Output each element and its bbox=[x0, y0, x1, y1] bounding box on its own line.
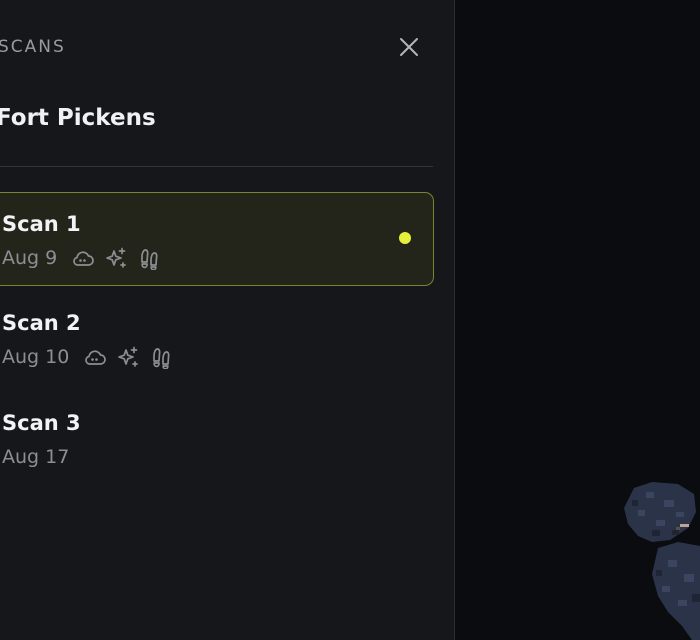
active-status-dot bbox=[399, 232, 411, 244]
3d-viewport[interactable] bbox=[456, 0, 700, 640]
scan-meta: Aug 10 bbox=[2, 344, 182, 370]
divider bbox=[0, 166, 433, 167]
scan-item-3[interactable]: Scan 3 Aug 17 bbox=[0, 392, 434, 486]
close-button[interactable] bbox=[396, 34, 422, 60]
scan-name: Scan 2 bbox=[2, 311, 81, 335]
scan-name: Scan 1 bbox=[2, 212, 81, 236]
scan-meta: Aug 9 bbox=[2, 245, 170, 271]
footprints-icon bbox=[149, 345, 173, 369]
sparkles-icon bbox=[104, 246, 128, 270]
cloud-icon bbox=[71, 246, 95, 270]
scan-list: Scan 1 Aug 9 Scan 2 Aug 10 Scan 3 Aug 17 bbox=[0, 192, 434, 492]
scans-panel: SCANS Fort Pickens Scan 1 Aug 9 Scan 2 A… bbox=[0, 0, 455, 640]
point-cloud-render bbox=[624, 482, 700, 640]
scan-date: Aug 9 bbox=[2, 247, 58, 269]
panel-label: SCANS bbox=[0, 37, 66, 57]
scan-date: Aug 17 bbox=[2, 446, 70, 468]
cloud-icon bbox=[83, 345, 107, 369]
scan-item-1[interactable]: Scan 1 Aug 9 bbox=[0, 192, 434, 286]
scan-meta: Aug 17 bbox=[2, 444, 83, 470]
sparkles-icon bbox=[116, 345, 140, 369]
scan-name: Scan 3 bbox=[2, 411, 81, 435]
app: SCANS Fort Pickens Scan 1 Aug 9 Scan 2 A… bbox=[0, 0, 700, 640]
footprints-icon bbox=[137, 246, 161, 270]
scan-item-2[interactable]: Scan 2 Aug 10 bbox=[0, 292, 434, 386]
scan-date: Aug 10 bbox=[2, 346, 70, 368]
close-icon bbox=[396, 34, 422, 60]
project-title: Fort Pickens bbox=[0, 105, 156, 131]
